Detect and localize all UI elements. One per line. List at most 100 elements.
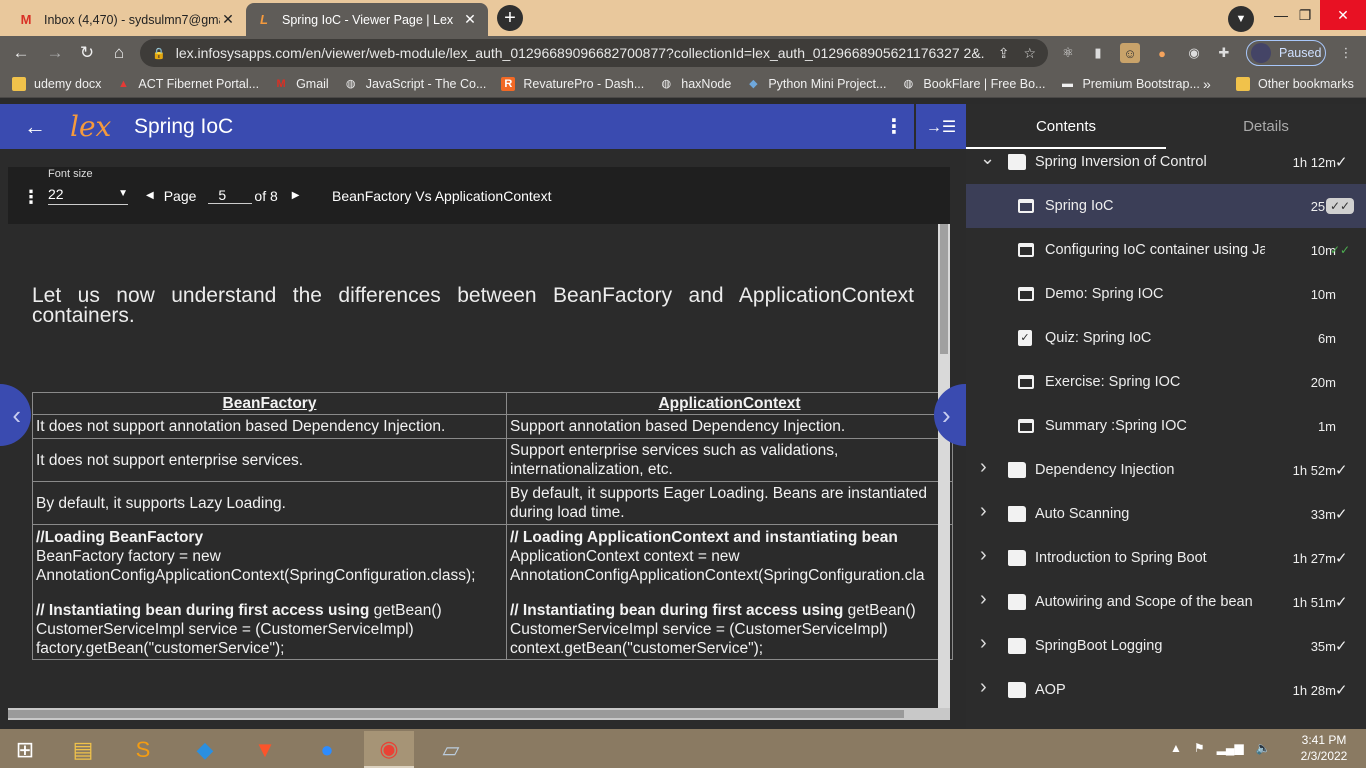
chevron-right-icon[interactable]: ›: [980, 544, 987, 567]
menu-dots-icon[interactable]: ⋮: [22, 187, 40, 208]
chevron-right-icon[interactable]: ›: [980, 676, 987, 699]
zoom-icon[interactable]: ●: [302, 731, 352, 768]
show-hidden-icons-icon[interactable]: ▲: [1170, 741, 1182, 755]
table-cell: It does not support annotation based Dep…: [32, 414, 507, 439]
lesson-item[interactable]: ✓ Quiz: Spring IoC 6m: [966, 316, 1366, 360]
flag-icon[interactable]: ⚑: [1194, 741, 1205, 755]
profile-button[interactable]: Paused: [1246, 40, 1326, 66]
chevron-down-icon[interactable]: ⌄: [980, 148, 995, 169]
vertical-scrollbar[interactable]: [938, 224, 950, 708]
bookmark-item[interactable]: ◍ haxNode: [659, 77, 731, 91]
share-icon[interactable]: ⇪: [998, 45, 1010, 62]
gmail-icon: M: [276, 77, 286, 90]
extension-drop-icon[interactable]: ●: [1152, 43, 1172, 63]
file-explorer-icon[interactable]: ▤: [58, 731, 108, 768]
scroll-thumb[interactable]: [8, 710, 904, 718]
close-tab-icon[interactable]: ✕: [220, 11, 236, 28]
previous-page-icon[interactable]: ◀: [146, 190, 154, 201]
close-window-icon[interactable]: ✕: [1320, 0, 1366, 30]
item-label: Auto Scanning: [1035, 506, 1130, 522]
lesson-item[interactable]: Configuring IoC container using Jav... 10…: [966, 228, 1366, 272]
chevron-right-icon[interactable]: ›: [980, 456, 987, 479]
page-number-input[interactable]: 5: [208, 187, 253, 204]
address-bar[interactable]: 🔒 lex.infosysapps.com/en/viewer/web-modu…: [140, 39, 1048, 67]
bookmark-item[interactable]: ◍ JavaScript - The Co...: [344, 77, 486, 91]
bookmark-item[interactable]: M Gmail: [274, 77, 328, 91]
more-bookmarks-button[interactable]: »: [1203, 76, 1211, 92]
bookmark-star-icon[interactable]: ☆: [1023, 45, 1036, 62]
app-icon[interactable]: ▱: [426, 731, 476, 768]
windows-start-icon[interactable]: ⊞: [0, 731, 50, 768]
back-icon[interactable]: ←: [8, 40, 34, 66]
check-icon: ✓: [1335, 462, 1348, 479]
reload-icon[interactable]: ↻: [74, 40, 100, 66]
lex-logo[interactable]: lex: [70, 110, 134, 143]
content-viewer: ⋮ Font size 22 ▼ ◀ Page 5 of 8 ▶ BeanFac…: [0, 149, 996, 729]
module-folder-item[interactable]: ⌄ Spring Inversion of Control 1h 12m ✓: [966, 140, 1366, 184]
extensions-puzzle-icon[interactable]: ✚: [1214, 43, 1234, 63]
chevron-right-icon[interactable]: ›: [980, 500, 987, 523]
other-bookmarks[interactable]: Other bookmarks: [1236, 76, 1354, 91]
tab-title: Spring IoC - Viewer Page | Lex: [282, 12, 454, 27]
chevron-right-icon[interactable]: ›: [980, 632, 987, 655]
item-duration: 1h 28m: [1292, 682, 1336, 698]
back-arrow-icon[interactable]: ←: [0, 114, 70, 140]
bookmark-item[interactable]: ▲ ACT Fibernet Portal...: [116, 77, 259, 91]
volume-icon[interactable]: 🔈: [1256, 741, 1271, 755]
lesson-item[interactable]: Demo: Spring IOC 10m: [966, 272, 1366, 316]
network-icon[interactable]: ▂▄▆: [1217, 741, 1244, 755]
camera-icon[interactable]: ◉: [1184, 43, 1204, 63]
table-cell: By default, it supports Lazy Loading.: [32, 481, 507, 525]
new-tab-button[interactable]: +: [497, 5, 523, 31]
module-folder-item[interactable]: › Introduction to Spring Boot 1h 27m ✓: [966, 536, 1366, 580]
bookmark-item[interactable]: ▬ Premium Bootstrap...: [1060, 77, 1200, 91]
chrome-menu-icon[interactable]: ⋮: [1336, 43, 1356, 63]
item-label: Configuring IoC container using Jav...: [1045, 242, 1265, 258]
chrome-icon[interactable]: ◉: [364, 731, 414, 768]
home-icon[interactable]: ⌂: [106, 40, 132, 66]
browser-tab-strip: M Inbox (4,470) - sydsulmn7@gmai ✕ L Spr…: [0, 0, 1366, 36]
previous-content-button[interactable]: ‹: [0, 384, 31, 446]
module-folder-item[interactable]: › Auto Scanning 33m ✓: [966, 492, 1366, 536]
lesson-item[interactable]: Spring IoC 25m ✓✓: [966, 184, 1366, 228]
code-comment: //Loading BeanFactory: [36, 529, 204, 546]
double-check-icon: ✓✓: [1330, 243, 1351, 257]
next-page-icon[interactable]: ▶: [292, 190, 300, 201]
vscode-icon[interactable]: ◆: [180, 731, 230, 768]
react-devtools-icon[interactable]: ⚛: [1058, 43, 1078, 63]
bookmark-item[interactable]: udemy docx: [12, 76, 101, 91]
extension-face-icon[interactable]: ☺: [1120, 43, 1140, 63]
more-options-icon[interactable]: ⋮: [874, 114, 914, 139]
module-folder-item[interactable]: › Dependency Injection 1h 52m ✓: [966, 448, 1366, 492]
brave-icon[interactable]: ▼: [240, 731, 290, 768]
viewer-toolbar: ⋮ Font size 22 ▼ ◀ Page 5 of 8 ▶ BeanFac…: [8, 167, 950, 224]
module-folder-item[interactable]: › AOP 1h 28m ✓: [966, 668, 1366, 712]
bookmark-item[interactable]: ◍ BookFlare | Free Bo...: [901, 77, 1046, 91]
column-header: BeanFactory: [32, 392, 507, 415]
chevron-right-icon[interactable]: ›: [980, 588, 987, 611]
page-label: Page: [163, 187, 197, 204]
browser-tab-gmail[interactable]: M Inbox (4,470) - sydsulmn7@gmai ✕: [8, 3, 246, 36]
tab-search-button[interactable]: ▼: [1228, 6, 1254, 32]
lesson-item[interactable]: Summary :Spring IOC 1m: [966, 404, 1366, 448]
lesson-item[interactable]: Exercise: Spring IOC 20m: [966, 360, 1366, 404]
system-clock[interactable]: 3:41 PM 2/3/2022: [1292, 732, 1356, 764]
module-folder-item[interactable]: › SpringBoot Logging 35m ✓: [966, 624, 1366, 668]
horizontal-scrollbar[interactable]: [8, 708, 950, 720]
module-folder-item[interactable]: › Autowiring and Scope of the bean 1h 51m ✓: [966, 580, 1366, 624]
forward-icon[interactable]: →: [42, 40, 68, 66]
toggle-panel-button[interactable]: →☰: [916, 104, 966, 149]
code-line: factory.getBean("customerService");: [36, 640, 285, 657]
table-row: //Loading BeanFactory BeanFactory factor…: [32, 524, 953, 660]
scroll-thumb[interactable]: [940, 224, 948, 354]
bookmark-item[interactable]: ◆ Python Mini Project...: [746, 77, 886, 91]
code-cell: //Loading BeanFactory BeanFactory factor…: [32, 524, 507, 660]
bookmark-item[interactable]: R RevaturePro - Dash...: [501, 76, 644, 91]
item-duration: 6m: [1317, 330, 1336, 346]
code-line: ApplicationContext context = new: [510, 548, 740, 565]
close-tab-icon[interactable]: ✕: [462, 11, 478, 28]
extension-icon[interactable]: ▮: [1088, 43, 1108, 63]
font-size-select[interactable]: 22 ▼: [48, 183, 128, 205]
sublime-text-icon[interactable]: S: [118, 731, 168, 768]
browser-tab-lex[interactable]: L Spring IoC - Viewer Page | Lex ✕: [246, 3, 488, 36]
